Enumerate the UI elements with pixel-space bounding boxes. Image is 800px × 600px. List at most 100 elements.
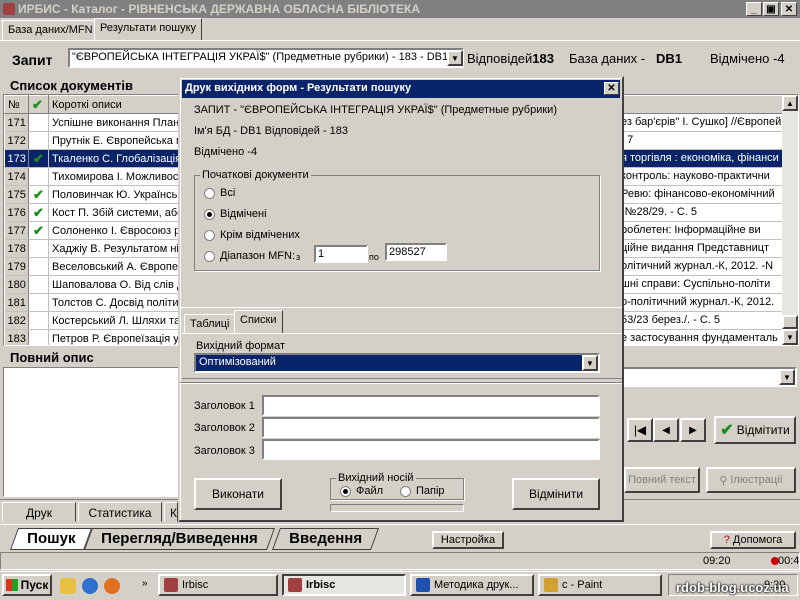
paint-icon [544, 578, 558, 592]
help-icon: ? [723, 534, 730, 546]
row-desc-left: Прутнік Е. Європейська м [52, 134, 184, 147]
row-checkbox[interactable] [28, 239, 49, 258]
app-icon [164, 578, 178, 592]
header1-input[interactable] [262, 395, 600, 416]
row-desc-right: шні справи: Суспільно-політи [621, 278, 771, 290]
doclist-scrollbar[interactable]: ▲ ▼ [782, 95, 798, 345]
row-checkbox[interactable]: ✔ [28, 203, 49, 222]
range-from-label: з [296, 252, 301, 262]
query-select[interactable]: "ЄВРОПЕЙСЬКА ІНТЕГРАЦІЯ УКРАЇ$" (Предмет… [68, 48, 464, 68]
tab-print[interactable]: Друк [2, 502, 76, 522]
radio-all[interactable] [204, 188, 215, 199]
query-dropdown-button[interactable]: ▼ [447, 50, 463, 66]
radio-except-label: Крім відмічених [220, 229, 300, 241]
row-checkbox[interactable] [28, 329, 49, 345]
fulltext-button[interactable]: Повний текст [624, 467, 700, 493]
tab-search-mode[interactable]: Пошук [9, 528, 93, 550]
taskbar-item-irbisc-2[interactable]: Irbisc [282, 574, 406, 596]
tab-search-results[interactable]: Результати пошуку [94, 18, 203, 40]
group-title: Початкові документи [200, 169, 311, 181]
close-button[interactable]: ✕ [781, 2, 797, 16]
dialog-close-button[interactable]: ✕ [604, 82, 619, 95]
checkmark-icon: ✔ [33, 222, 44, 238]
help-button[interactable]: ? Допомога [710, 531, 796, 549]
header2-input[interactable] [262, 417, 600, 438]
row-desc-left: Петров Р. Європеїзація у [52, 332, 179, 345]
carrier-title: Вихідний носій [336, 472, 416, 484]
tab-database-mfn[interactable]: База даних/MFN [2, 20, 99, 40]
row-checkbox[interactable] [28, 275, 49, 294]
radio-except-marked[interactable] [204, 230, 215, 241]
row-checkbox[interactable] [28, 113, 49, 132]
tab-tables[interactable]: Таблиці [184, 314, 236, 334]
row-checkbox[interactable]: ✔ [28, 185, 49, 204]
row-checkbox[interactable] [28, 257, 49, 276]
tab-view-output[interactable]: Перегляд/Виведення [83, 528, 275, 550]
row-checkbox[interactable]: ✔ [28, 149, 49, 168]
radio-paper[interactable] [400, 486, 411, 497]
tab-input-mode[interactable]: Введення [271, 528, 379, 550]
format-dropdown-main[interactable]: ▼ [779, 369, 795, 385]
taskbar-item-irbisc-1[interactable]: Irbisc [158, 574, 278, 596]
illustrations-label: Ілюстрації [730, 474, 783, 486]
row-number: 182 [4, 311, 29, 330]
headers-separator [180, 382, 622, 383]
prev-record-button[interactable]: ◀ [653, 418, 679, 442]
status-bar [0, 552, 800, 570]
row-checkbox[interactable]: ✔ [28, 221, 49, 240]
row-number: 174 [4, 167, 29, 186]
illustrations-button[interactable]: ⚲ Ілюстрації [706, 467, 796, 493]
format-dropdown-button[interactable]: ▼ [582, 355, 598, 371]
taskbar-label: Irbisc [306, 579, 336, 591]
taskbar-item-paint[interactable]: c - Paint [538, 574, 662, 596]
status-time: 09:20 [703, 555, 731, 567]
full-desc-area[interactable] [3, 367, 181, 497]
ie-icon[interactable] [82, 578, 98, 594]
scroll-thumb[interactable] [782, 315, 798, 329]
first-record-button[interactable]: |◀ [627, 418, 653, 442]
radio-marked[interactable] [204, 209, 215, 220]
col-check-header[interactable]: ✔ [28, 95, 49, 114]
row-desc-left: Кост П. Збій системи, або [52, 206, 184, 219]
tab-lists[interactable]: Списки [234, 310, 283, 334]
run-button[interactable]: Виконати [194, 478, 282, 510]
marked-count: Відмічено -4 [710, 51, 785, 66]
row-checkbox[interactable] [28, 293, 49, 312]
mark-button[interactable]: ✔ Відмітити [714, 416, 796, 444]
header3-input[interactable] [262, 439, 600, 460]
radio-file[interactable] [340, 486, 351, 497]
tab-statistics[interactable]: Статистика [78, 502, 162, 522]
taskbar-expand-icon[interactable]: » [142, 578, 148, 589]
row-checkbox[interactable] [28, 131, 49, 150]
scroll-down-button[interactable]: ▼ [782, 329, 798, 345]
row-number: 171 [4, 113, 29, 132]
format-select[interactable]: Оптимізований [194, 353, 600, 373]
row-checkbox[interactable] [28, 167, 49, 186]
row-desc-right: Ревю: фінансово-економічний [621, 188, 775, 200]
next-record-button[interactable]: ▶ [680, 418, 706, 442]
start-button[interactable]: Пуск [2, 574, 52, 596]
row-number: 173 [4, 149, 29, 168]
minimize-button[interactable]: _ [746, 2, 762, 16]
col-number-header[interactable]: № [4, 95, 29, 114]
taskbar-item-word[interactable]: Методика друк... [410, 574, 534, 596]
row-checkbox[interactable] [28, 311, 49, 330]
row-desc-left: Успішне виконання Плану [52, 116, 185, 129]
row-desc-left: Тихомирова І. Можливості [52, 170, 186, 183]
scroll-up-button[interactable]: ▲ [782, 95, 798, 111]
quicklaunch-icon[interactable] [60, 578, 76, 594]
cancel-button[interactable]: Відмінити [512, 478, 600, 510]
print-forms-dialog: Друк вихідних форм - Результати пошуку ✕… [178, 76, 624, 522]
header1-label: Заголовок 1 [194, 400, 255, 412]
dialog-db-line: Ім'я БД - DB1 Відповідей - 183 [194, 125, 348, 137]
row-desc-left: Солоненко І. Євросоюз ро [52, 224, 187, 237]
window-title: ИРБИС - Каталог - РІВНЕНСЬКА ДЕРЖАВНА ОБ… [18, 2, 421, 16]
tab-k[interactable]: К [164, 502, 178, 522]
mfn-from-input[interactable]: 1 [314, 245, 368, 263]
format-select-main[interactable] [620, 367, 797, 387]
radio-mfn-range[interactable] [204, 251, 215, 262]
firefox-icon[interactable] [104, 578, 120, 594]
maximize-button[interactable]: ▣ [763, 2, 779, 16]
mfn-to-input[interactable]: 298527 [385, 243, 447, 261]
settings-button[interactable]: Настройка [432, 531, 504, 549]
